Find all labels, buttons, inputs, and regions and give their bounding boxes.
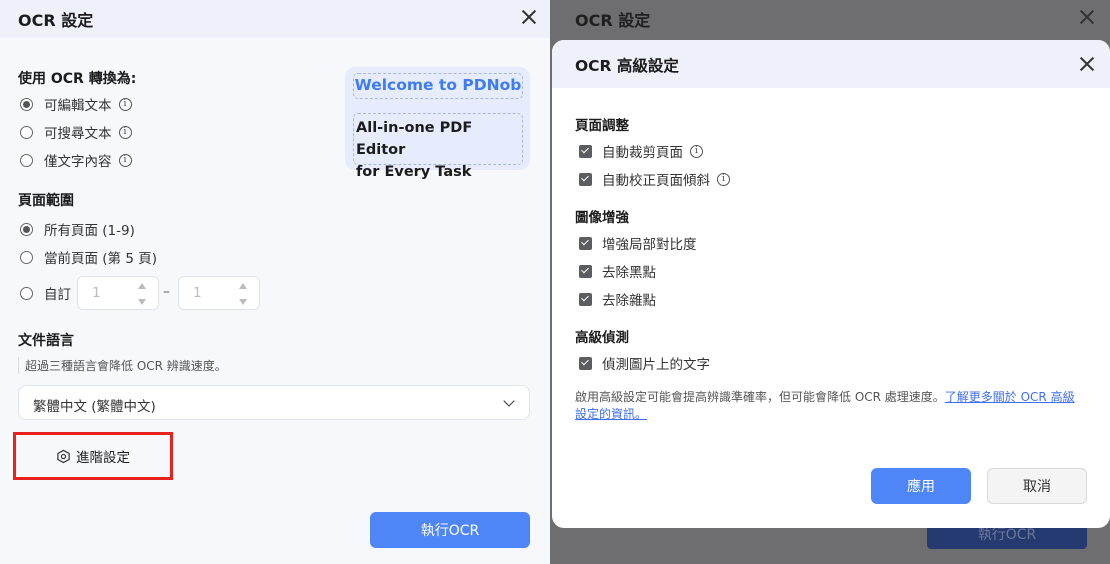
radio-icon[interactable]: [20, 125, 33, 139]
info-icon[interactable]: i: [118, 153, 132, 167]
page-to-value: 1: [193, 285, 202, 301]
dialog-title: OCR 設定: [18, 11, 94, 30]
checkbox-auto-deskew[interactable]: 自動校正頁面傾斜 i: [579, 169, 730, 189]
ocr-settings-dialog: OCR 設定 使用 OCR 轉換為: 可編輯文本 i 可搜尋文本 i 僅文字內容…: [0, 0, 550, 564]
checkbox-label: 偵測圖片上的文字: [602, 357, 710, 373]
dialog-header: OCR 設定: [0, 0, 550, 38]
language-selected-value: 繁體中文 (繁體中文): [33, 399, 156, 415]
close-icon: [1078, 8, 1096, 26]
range-separator: –: [163, 284, 170, 300]
background-dialog-title: OCR 設定: [575, 11, 651, 30]
checkbox-checked-icon[interactable]: [579, 144, 592, 158]
radio-all-pages[interactable]: 所有頁面 (1-9): [20, 219, 135, 239]
spinner-icon[interactable]: [239, 283, 247, 305]
checkbox-label: 自動校正頁面傾斜: [602, 173, 710, 189]
advanced-settings-button[interactable]: 進階設定: [20, 439, 166, 473]
radio-label: 所有頁面 (1-9): [44, 223, 135, 239]
radio-text-only[interactable]: 僅文字內容 i: [20, 150, 132, 170]
modal-note: 啟用高級設定可能會提高辨識準確率，但可能會降低 OCR 處理速度。了解更多關於 …: [575, 389, 1085, 423]
apply-button[interactable]: 應用: [871, 468, 971, 504]
promo-tagline-line1: All-in-one PDF Editor: [356, 120, 473, 158]
info-icon[interactable]: i: [118, 125, 132, 139]
section-advanced-detect-title: 高級偵測: [575, 330, 629, 346]
radio-label: 當前頁面 (第 5 頁): [44, 251, 157, 267]
radio-current-page[interactable]: 當前頁面 (第 5 頁): [20, 247, 157, 267]
language-title: 文件語言: [18, 333, 74, 349]
cancel-button[interactable]: 取消: [987, 468, 1087, 504]
promo-tagline-line2: for Every Task: [356, 164, 472, 180]
modal-header: OCR 高級設定: [552, 40, 1110, 88]
page-from-input[interactable]: 1: [77, 276, 159, 310]
checkbox-checked-icon[interactable]: [579, 356, 592, 370]
close-icon[interactable]: [1078, 55, 1096, 73]
language-note: 超過三種語言會降低 OCR 辨識速度。: [18, 357, 227, 374]
section-page-adjust-title: 頁面調整: [575, 118, 629, 134]
page-to-input[interactable]: 1: [178, 276, 260, 310]
checkbox-label: 增強局部對比度: [602, 237, 697, 253]
settings-icon: [57, 449, 70, 463]
page-from-value: 1: [92, 285, 101, 301]
checkbox-checked-icon[interactable]: [579, 264, 592, 278]
radio-icon[interactable]: [20, 153, 33, 167]
checkbox-local-contrast[interactable]: 增強局部對比度: [579, 233, 697, 253]
advanced-settings-label: 進階設定: [76, 450, 130, 466]
radio-icon[interactable]: [20, 286, 33, 300]
checkbox-auto-crop[interactable]: 自動裁剪頁面 i: [579, 141, 703, 161]
section-image-enhance-title: 圖像增強: [575, 210, 629, 226]
checkbox-checked-icon[interactable]: [579, 292, 592, 306]
checkbox-label: 去除雜點: [602, 293, 656, 309]
checkbox-label: 去除黑點: [602, 265, 656, 281]
radio-editable-text[interactable]: 可編輯文本 i: [20, 94, 132, 114]
chevron-down-icon: [503, 395, 515, 407]
close-icon[interactable]: [520, 8, 538, 26]
modal-note-text: 啟用高級設定可能會提高辨識準確率，但可能會降低 OCR 處理速度。: [575, 390, 945, 404]
info-icon[interactable]: i: [118, 97, 132, 111]
info-icon[interactable]: i: [690, 144, 703, 158]
radio-label: 僅文字內容: [44, 154, 112, 170]
language-select[interactable]: 繁體中文 (繁體中文): [18, 385, 530, 420]
promo-tagline: All-in-one PDF Editor for Every Task: [353, 113, 523, 180]
info-icon[interactable]: i: [717, 172, 730, 186]
modal-title: OCR 高級設定: [575, 57, 679, 75]
checkbox-detect-image-text[interactable]: 偵測圖片上的文字: [579, 353, 710, 373]
radio-label: 自訂: [44, 287, 71, 303]
page-range-title: 頁面範圍: [18, 193, 74, 209]
run-ocr-button[interactable]: 執行OCR: [370, 512, 530, 548]
checkbox-remove-noise[interactable]: 去除雜點: [579, 289, 656, 309]
radio-custom[interactable]: 自訂: [20, 283, 71, 303]
radio-selected-icon[interactable]: [20, 222, 33, 236]
radio-icon[interactable]: [20, 250, 33, 264]
radio-label: 可編輯文本: [44, 98, 112, 114]
checkbox-remove-black-dots[interactable]: 去除黑點: [579, 261, 656, 281]
promo-banner[interactable]: Welcome to PDNob All-in-one PDF Editor f…: [345, 67, 530, 180]
promo-welcome: Welcome to PDNob: [353, 73, 523, 99]
radio-searchable-text[interactable]: 可搜尋文本 i: [20, 122, 132, 142]
convert-section-title: 使用 OCR 轉換為:: [18, 71, 137, 87]
radio-label: 可搜尋文本: [44, 126, 112, 142]
checkbox-label: 自動裁剪頁面: [602, 145, 683, 161]
advanced-settings-modal: OCR 高級設定 頁面調整 自動裁剪頁面 i 自動校正頁面傾斜 i 圖像增強 增…: [552, 40, 1110, 528]
spinner-icon[interactable]: [138, 283, 146, 305]
checkbox-checked-icon[interactable]: [579, 172, 592, 186]
checkbox-checked-icon[interactable]: [579, 236, 592, 250]
radio-selected-icon[interactable]: [20, 97, 33, 111]
